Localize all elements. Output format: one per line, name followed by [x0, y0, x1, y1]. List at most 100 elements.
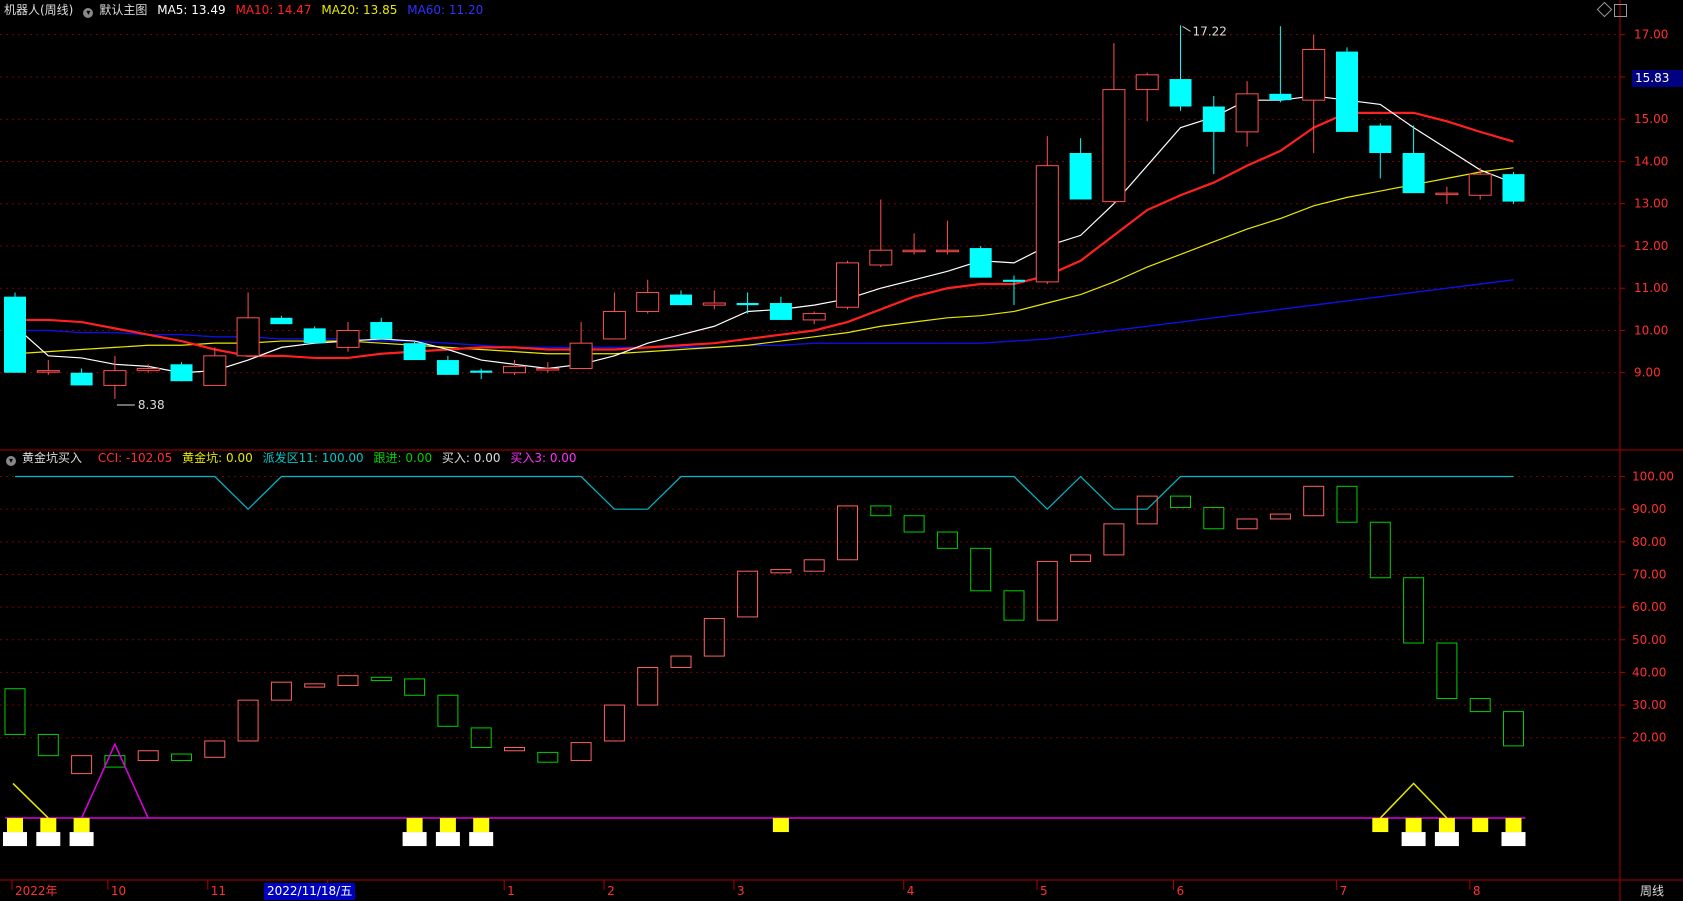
template-name[interactable]: 默认主图 — [99, 3, 147, 17]
candle-body — [1369, 125, 1392, 153]
cci-bar — [1436, 642, 1458, 700]
yellow-signal-mark — [1438, 818, 1455, 833]
candle-body — [1135, 74, 1159, 91]
yellow-signal-mark — [439, 818, 456, 833]
candle-body — [1269, 93, 1292, 101]
osc-tick-label: 20.00 — [1632, 731, 1666, 745]
high-pointer — [1182, 25, 1191, 32]
yellow-signal-mark — [1505, 818, 1522, 833]
yellow-signal-mark — [406, 818, 423, 833]
cci-bar — [370, 676, 392, 682]
candle-body — [170, 364, 193, 382]
candle-body — [1302, 48, 1326, 101]
yellow-signal-mark — [40, 818, 57, 833]
ma20-label: MA20: 13.85 — [321, 3, 398, 17]
pfq-label: 派发区11: 100.00 — [262, 451, 364, 465]
x-tick-label: 2022年 — [15, 884, 58, 898]
candle-body — [969, 248, 992, 278]
cci-bar — [71, 755, 93, 775]
cci-bar — [504, 747, 525, 752]
indicator-header: ▾ 黄金坑买入 CCI: -102.05 黄金坑: 0.00 派发区11: 100… — [0, 448, 583, 468]
white-signal-mark — [402, 832, 427, 847]
current-price-tag: 15.83 — [1632, 70, 1683, 87]
osc-tick-label: 30.00 — [1632, 698, 1666, 712]
white-signal-mark — [69, 832, 94, 847]
candle-body — [1468, 173, 1492, 196]
candle-body — [1003, 279, 1025, 282]
cci-bar — [837, 505, 858, 561]
candle-body — [1102, 89, 1126, 203]
ma5-label: MA5: 13.49 — [157, 3, 226, 17]
mr-label: 买入: 0.00 — [441, 451, 501, 465]
candle-body — [1169, 79, 1192, 107]
cci-bar — [1269, 513, 1291, 520]
price-tick-label: 10.00 — [1634, 323, 1668, 337]
candle-body — [935, 249, 959, 253]
dropdown-icon[interactable]: ▾ — [83, 8, 94, 18]
osc-tick-label: 60.00 — [1632, 600, 1666, 614]
candle-body — [536, 368, 560, 371]
cci-bar — [870, 505, 892, 517]
candle-body — [303, 328, 326, 344]
cci-bar — [603, 704, 625, 742]
candle-body — [869, 249, 893, 266]
cci-bar — [237, 699, 259, 742]
x-tick-label: 1 — [507, 884, 515, 898]
cci-bar — [304, 683, 326, 688]
mr3-label: 买入3: 0.00 — [510, 451, 577, 465]
yellow-signal-mark — [73, 818, 90, 833]
indicator-title[interactable]: 黄金坑买入 — [22, 451, 82, 465]
date-cursor-label: 2022/11/18/五 — [264, 883, 356, 900]
x-tick-label: 2 — [607, 884, 615, 898]
dropdown-icon[interactable]: ▾ — [6, 456, 16, 466]
candle-body — [702, 302, 726, 306]
yellow-signal-line — [12, 782, 49, 819]
cci-bar — [970, 547, 992, 592]
candle-body — [336, 329, 360, 348]
candle-body — [503, 365, 526, 374]
white-signal-mark — [1401, 832, 1426, 847]
cci-bar — [703, 618, 725, 657]
cci-bar — [270, 681, 292, 701]
candle-body — [602, 310, 626, 340]
candle-body — [370, 322, 393, 339]
candle-body — [769, 303, 792, 320]
cci-bar — [1136, 495, 1158, 525]
cci-bar — [670, 655, 692, 669]
cci-bar — [337, 675, 359, 686]
chart-title: 机器人(周线) — [4, 3, 74, 17]
candle-body — [1435, 192, 1459, 196]
x-tick-label: 5 — [1040, 884, 1048, 898]
white-signal-mark — [1501, 832, 1526, 847]
period-button[interactable]: 周线 — [1640, 882, 1664, 900]
price-tick-label: 12.00 — [1634, 239, 1668, 253]
candle-body — [236, 317, 260, 357]
x-tick-label: 3 — [737, 884, 745, 898]
candle-body — [1336, 51, 1358, 132]
cci-bar — [1503, 711, 1524, 747]
price-tick-label: 13.00 — [1634, 197, 1668, 211]
cci-bar — [204, 740, 226, 758]
price-tick-label: 17.00 — [1634, 28, 1668, 42]
cci-bar — [903, 515, 925, 533]
white-signal-mark — [469, 832, 494, 847]
maximize-icon[interactable] — [1614, 4, 1627, 17]
cci-bar — [1103, 523, 1125, 556]
main-chart-header: 机器人(周线) ▾ 默认主图 MA5: 13.49 MA10: 14.47 MA20… — [0, 0, 489, 20]
x-tick-label: 10 — [111, 884, 126, 898]
x-tick-label: 4 — [907, 884, 915, 898]
price-tick-label: 9.00 — [1634, 366, 1661, 380]
candle-body — [1235, 93, 1259, 133]
x-tick-label: 11 — [211, 884, 226, 898]
white-signal-mark — [1434, 832, 1459, 847]
ma10-label: MA10: 14.47 — [235, 3, 312, 17]
candle-body — [636, 291, 660, 312]
candle-body — [270, 317, 293, 325]
candle-body — [203, 355, 227, 386]
cci-bar — [1003, 590, 1025, 621]
cci-bar — [137, 750, 159, 762]
cci-bar — [1170, 495, 1191, 509]
candle-body — [902, 249, 926, 253]
candle-body — [70, 372, 93, 386]
cci-bar — [737, 570, 759, 618]
